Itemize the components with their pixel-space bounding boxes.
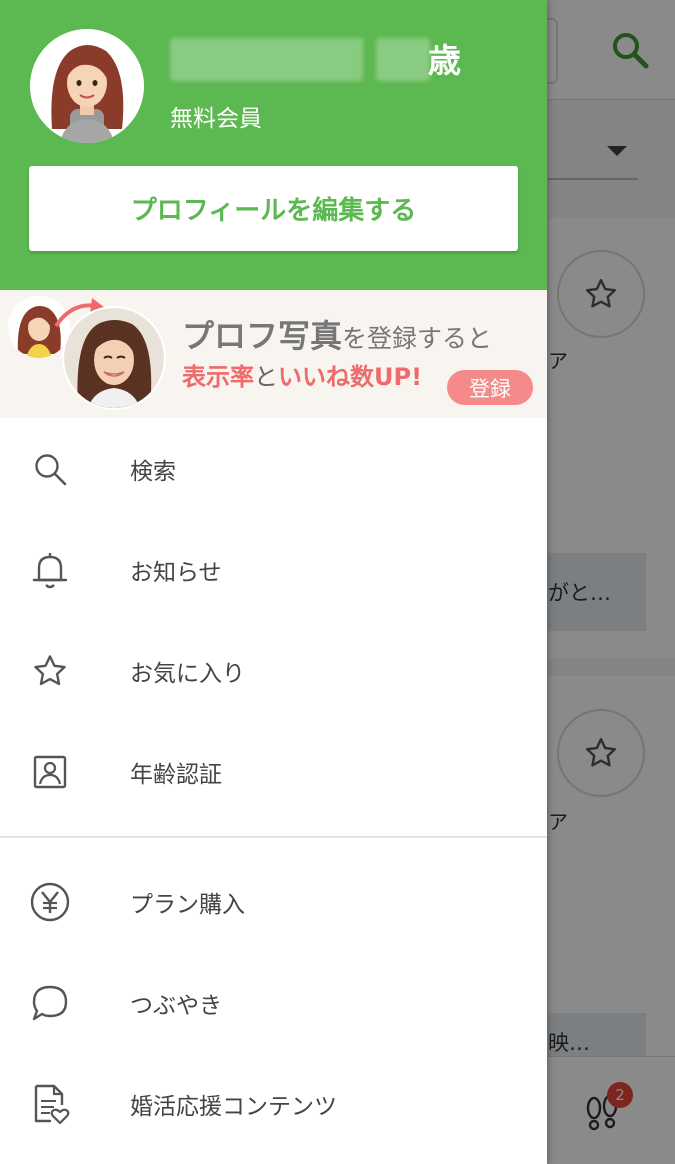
yen-icon: [30, 882, 70, 922]
avatar[interactable]: [30, 29, 144, 143]
menu-item-marriage-support-content[interactable]: 婚活応援コンテンツ: [0, 1053, 547, 1154]
promo-photo-avatar: [64, 308, 164, 408]
menu-item-tweets[interactable]: つぶやき: [0, 952, 547, 1053]
bell-icon: [30, 550, 70, 590]
document-heart-icon: [30, 1084, 70, 1124]
promo-highlight-likes: いいね数UP!: [278, 363, 423, 391]
search-icon: [30, 449, 70, 489]
edit-profile-button[interactable]: プロフィールを編集する: [29, 166, 518, 251]
menu-item-label: お気に入り: [130, 660, 245, 687]
promo-joiner: と: [254, 363, 278, 391]
menu-item-notifications[interactable]: お知らせ: [0, 519, 547, 620]
promo-register-button[interactable]: 登録: [447, 370, 533, 405]
menu-item-favorites[interactable]: お気に入り: [0, 620, 547, 721]
blurred-user-name: [170, 38, 363, 81]
id-card-icon: [30, 752, 70, 792]
drawer-menu: 検索 お知らせ お気に入り 年齢認証 プラン購入 つぶやき 婚活応援コンテンツ: [0, 418, 547, 1154]
promo-headline-rest: を登録すると: [342, 324, 493, 353]
star-icon: [30, 651, 70, 691]
menu-item-label: お知らせ: [130, 559, 222, 586]
age-suffix: 歳: [428, 41, 461, 80]
menu-item-plan-purchase[interactable]: プラン購入: [0, 851, 547, 952]
menu-divider: [0, 836, 547, 838]
menu-item-age-verification[interactable]: 年齢認証: [0, 721, 547, 822]
chat-bubble-icon: [30, 983, 70, 1023]
photo-face-icon: [64, 308, 164, 408]
menu-item-label: 年齢認証: [130, 761, 222, 788]
menu-item-label: プラン購入: [130, 891, 245, 918]
blurred-user-age: [376, 38, 430, 81]
menu-item-label: つぶやき: [130, 992, 222, 1019]
promo-subline: 表示率といいね数UP!: [182, 360, 422, 394]
membership-status: 無料会員: [170, 106, 262, 132]
promo-headline-bold: プロフ写真: [182, 317, 343, 355]
menu-item-search[interactable]: 検索: [0, 418, 547, 519]
promo-highlight-display-rate: 表示率: [182, 363, 254, 391]
avatar-illustration-icon: [30, 29, 144, 143]
promo-headline: プロフ写真を登録すると: [182, 314, 492, 361]
menu-item-label: 婚活応援コンテンツ: [130, 1093, 337, 1120]
menu-item-label: 検索: [130, 458, 176, 485]
navigation-drawer: 歳 無料会員 プロフィールを編集する プロフ写真を登録すると 表示率といいね数U…: [0, 0, 547, 1164]
drawer-profile-header: 歳 無料会員 プロフィールを編集する: [0, 0, 547, 290]
